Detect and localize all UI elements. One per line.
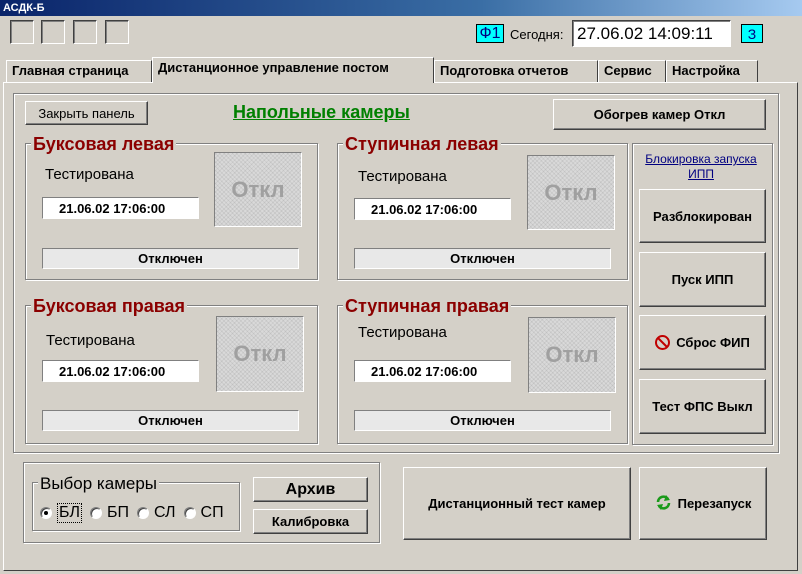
camera-connection-status: Отключен <box>42 410 299 431</box>
tab-service[interactable]: Сервис <box>598 60 666 82</box>
camera-status-text: Тестирована <box>358 324 447 341</box>
start-ipp-button[interactable]: Пуск ИПП <box>639 252 766 307</box>
archive-label: Архив <box>285 480 336 498</box>
camera-title: Ступичная правая <box>343 296 512 316</box>
test-fps-button[interactable]: Тест ФПС Выкл <box>639 379 766 434</box>
remote-camera-test-button[interactable]: Дистанционный тест камер <box>403 467 631 540</box>
camera-select-options: БЛ БП СЛ СП <box>40 503 224 523</box>
camera-connection-label: Отключен <box>450 413 515 428</box>
camera-state-label: Откл <box>233 341 287 366</box>
tab-label: Главная страница <box>12 63 129 78</box>
camera-test-date: 21.06.02 17:06:00 <box>42 360 199 382</box>
camera-test-date-value: 21.06.02 17:06:00 <box>59 200 166 216</box>
window-title-bar: АСДК-Б <box>0 0 802 16</box>
camera-heating-label: Обогрев камер Откл <box>593 107 726 122</box>
camera-select-title: Выбор камеры <box>38 474 160 494</box>
start-ipp-label: Пуск ИПП <box>671 272 734 287</box>
ipp-lock-label: Блокировка запуска ИПП <box>645 152 757 181</box>
tab-main-page[interactable]: Главная страница <box>6 60 152 82</box>
radio-bl[interactable] <box>40 507 52 519</box>
radio-sp-label: СП <box>200 504 224 521</box>
camera-test-date-value: 21.06.02 17:06:00 <box>371 363 478 379</box>
indicator-square-4[interactable] <box>105 20 129 44</box>
camera-status-text: Тестирована <box>45 166 134 183</box>
today-label: Сегодня: <box>510 27 564 42</box>
camera-state-label: Откл <box>231 176 285 202</box>
camera-title: Ступичная левая <box>343 134 501 154</box>
camera-test-date: 21.06.02 17:06:00 <box>354 360 511 382</box>
test-fps-label: Тест ФПС Выкл <box>652 399 753 414</box>
no-entry-icon <box>655 335 671 350</box>
reset-fip-label: Сброс ФИП <box>676 335 750 350</box>
indicator-square-1[interactable] <box>10 20 34 44</box>
indicator-square-2[interactable] <box>41 20 65 44</box>
tab-label: Дистанционное управление постом <box>158 60 389 75</box>
f1-indicator[interactable]: Ф1 <box>476 24 504 43</box>
reset-fip-button[interactable]: Сброс ФИП <box>639 315 766 370</box>
camera-test-date: 21.06.02 17:06:00 <box>42 197 199 219</box>
remote-camera-test-label: Дистанционный тест камер <box>428 496 606 511</box>
radio-bp[interactable] <box>90 507 102 519</box>
camera-connection-label: Отключен <box>138 251 203 266</box>
tab-remote-control[interactable]: Дистанционное управление постом <box>152 57 434 83</box>
camera-connection-status: Отключен <box>354 248 611 269</box>
indicator-square-3[interactable] <box>73 20 97 44</box>
tab-label: Подготовка отчетов <box>440 63 569 78</box>
camera-state-box[interactable]: Откл <box>527 155 615 230</box>
restart-label: Перезапуск <box>677 496 752 511</box>
panel-title: Напольные камеры <box>233 102 410 122</box>
camera-state-label: Откл <box>545 342 599 367</box>
tab-reports[interactable]: Подготовка отчетов <box>434 60 598 82</box>
camera-connection-label: Отключен <box>450 251 515 266</box>
close-panel-label: Закрыть панель <box>38 105 135 121</box>
calibration-button[interactable]: Калибровка <box>253 509 368 534</box>
calibration-label: Калибровка <box>271 514 350 529</box>
radio-bl-label: БЛ <box>57 503 82 523</box>
restart-button[interactable]: Перезапуск <box>639 467 767 540</box>
unlock-button[interactable]: Разблокирован <box>639 189 766 243</box>
camera-state-box[interactable]: Откл <box>528 317 616 393</box>
camera-state-box[interactable]: Откл <box>214 152 302 227</box>
camera-test-date-value: 21.06.02 17:06:00 <box>371 201 478 217</box>
status-indicator[interactable]: З <box>741 24 763 43</box>
camera-title: Буксовая правая <box>31 296 188 316</box>
camera-status-text: Тестирована <box>358 168 447 185</box>
camera-test-date: 21.06.02 17:06:00 <box>354 198 511 220</box>
camera-state-label: Откл <box>544 179 598 205</box>
camera-connection-status: Отключен <box>42 248 299 269</box>
camera-connection-label: Отключен <box>138 413 203 428</box>
status-indicator-label: З <box>747 25 757 42</box>
window-title: АСДК-Б <box>3 2 45 14</box>
radio-sl-label: СЛ <box>154 504 176 521</box>
camera-test-date-value: 21.06.02 17:06:00 <box>59 363 166 379</box>
camera-connection-status: Отключен <box>354 410 611 431</box>
camera-heating-button[interactable]: Обогрев камер Откл <box>553 99 766 130</box>
unlock-label: Разблокирован <box>652 208 753 224</box>
radio-sp[interactable] <box>183 507 196 519</box>
refresh-icon <box>655 494 672 514</box>
tab-label: Настройка <box>672 63 740 78</box>
f1-label: Ф1 <box>479 24 501 42</box>
radio-sl[interactable] <box>137 507 149 519</box>
camera-title: Буксовая левая <box>31 134 177 154</box>
tab-label: Сервис <box>604 63 652 78</box>
camera-state-box[interactable]: Откл <box>216 316 304 392</box>
datetime-field: 27.06.02 14:09:11 <box>572 20 731 47</box>
camera-status-text: Тестирована <box>46 332 135 349</box>
datetime-value: 27.06.02 14:09:11 <box>577 23 713 43</box>
close-panel-button[interactable]: Закрыть панель <box>25 101 148 125</box>
radio-bp-label: БП <box>107 504 129 521</box>
tab-settings[interactable]: Настройка <box>666 60 758 82</box>
archive-button[interactable]: Архив <box>253 477 368 502</box>
